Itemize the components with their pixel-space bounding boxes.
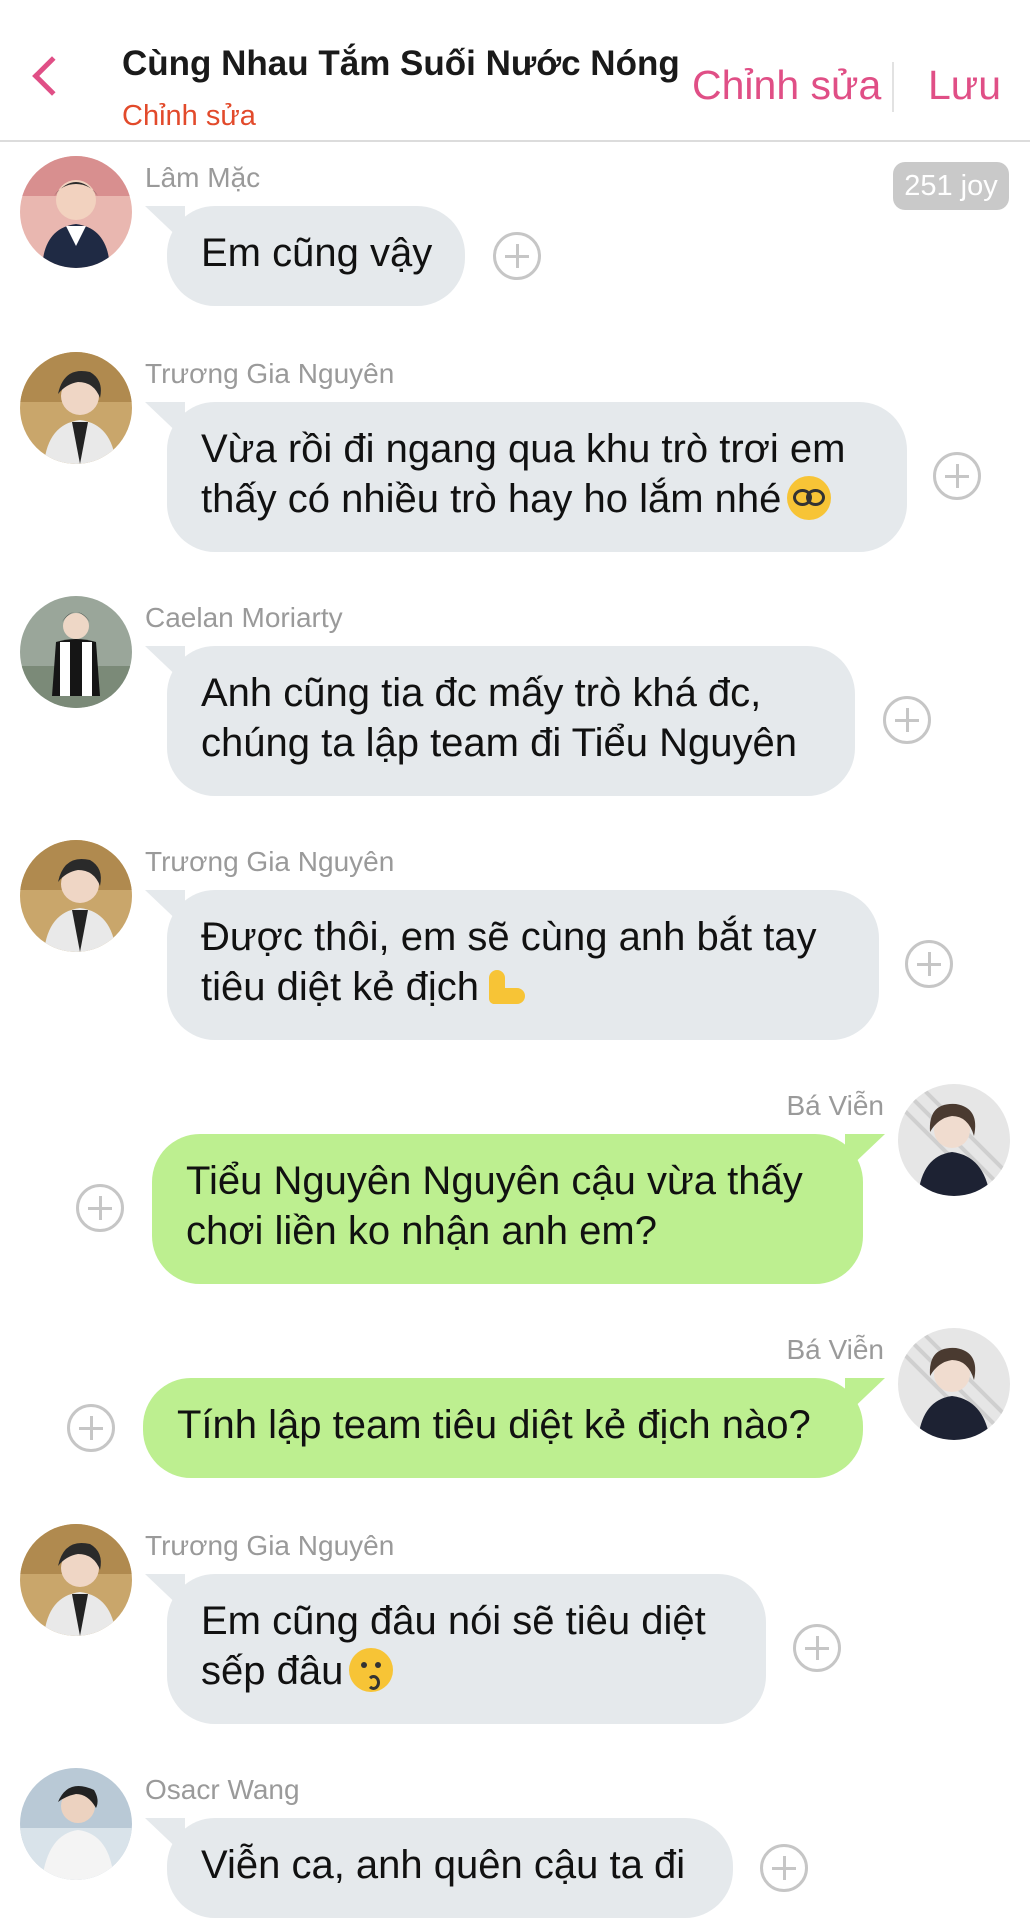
add-reaction-icon[interactable] <box>760 1844 808 1892</box>
avatar-ba-vien[interactable] <box>898 1328 1010 1440</box>
message-bubble[interactable]: Viễn ca, anh quên cậu ta đi <box>167 1818 733 1918</box>
sender-name: Osacr Wang <box>145 1774 300 1805</box>
add-reaction-icon[interactable] <box>793 1624 841 1672</box>
add-reaction-icon[interactable] <box>76 1184 124 1232</box>
sender-name: Caelan Moriarty <box>145 602 343 633</box>
flexed-biceps-emoji-icon <box>485 964 529 1008</box>
message-line-wrap: tiêu diệt kẻ địch <box>201 962 845 1012</box>
nerd-face-emoji-icon <box>787 476 832 520</box>
kissing-face-emoji-icon <box>349 1648 394 1692</box>
avatar-osacr-wang[interactable] <box>20 1768 132 1880</box>
message-line: sếp đâu <box>201 1649 344 1693</box>
save-button[interactable]: Lưu <box>928 62 1001 109</box>
avatar-truong-gia-nguyen[interactable] <box>20 840 132 952</box>
message-line: Tính lập team tiêu diệt kẻ địch nào? <box>177 1403 811 1447</box>
avatar-ba-vien[interactable] <box>898 1084 1010 1196</box>
avatar-truong-gia-nguyen[interactable] <box>20 352 132 464</box>
message-bubble[interactable]: Em cũng vậy <box>167 206 465 306</box>
message-line: Em cũng đâu nói sẽ tiêu diệt <box>201 1599 706 1643</box>
message-line-wrap: sếp đâu <box>201 1646 732 1696</box>
sender-name: Lâm Mặc <box>145 162 261 193</box>
avatar-caelan-moriarty[interactable] <box>20 596 132 708</box>
message-line: Tiểu Nguyên Nguyên cậu vừa thấy <box>186 1159 803 1203</box>
message-line: Em cũng vậy <box>201 231 433 275</box>
chat-subtitle-edit[interactable]: Chỉnh sửa <box>122 100 256 133</box>
message-line-wrap: thấy có nhiều trò hay ho lắm nhé <box>201 474 873 524</box>
message-line: Được thôi, em sẽ cùng anh bắt tay <box>201 915 817 959</box>
message-bubble[interactable]: Em cũng đâu nói sẽ tiêu diệt sếp đâu <box>167 1574 766 1724</box>
sender-name: Trương Gia Nguyên <box>145 358 395 389</box>
add-reaction-icon[interactable] <box>493 232 541 280</box>
message-bubble[interactable]: Vừa rồi đi ngang qua khu trò trơi em thấ… <box>167 402 907 552</box>
message-line: Vừa rồi đi ngang qua khu trò trơi em <box>201 427 846 471</box>
message-bubble[interactable]: Được thôi, em sẽ cùng anh bắt tay tiêu d… <box>167 890 879 1040</box>
message-line: chơi liền ko nhận anh em? <box>186 1209 657 1253</box>
back-chevron-icon[interactable] <box>32 56 72 96</box>
message-bubble[interactable]: Anh cũng tia đc mấy trò khá đc, chúng ta… <box>167 646 855 796</box>
add-reaction-icon[interactable] <box>905 940 953 988</box>
message-bubble[interactable]: Tính lập team tiêu diệt kẻ địch nào? <box>143 1378 863 1478</box>
message-line: Viễn ca, anh quên cậu ta đi <box>201 1843 686 1887</box>
add-reaction-icon[interactable] <box>67 1404 115 1452</box>
chat-title: Cùng Nhau Tắm Suối Nước Nóng <box>122 44 680 83</box>
sender-name: Bá Viễn <box>786 1334 884 1365</box>
message-line: tiêu diệt kẻ địch <box>201 965 479 1009</box>
sender-name: Trương Gia Nguyên <box>145 1530 395 1561</box>
message-line: thấy có nhiều trò hay ho lắm nhé <box>201 477 782 521</box>
avatar-truong-gia-nguyen[interactable] <box>20 1524 132 1636</box>
edit-button[interactable]: Chỉnh sửa <box>692 62 881 109</box>
sender-name: Bá Viễn <box>786 1090 884 1121</box>
chat-header: Cùng Nhau Tắm Suối Nước Nóng Chỉnh sửa C… <box>0 0 1030 142</box>
joy-count-badge: 251 joy <box>893 162 1009 210</box>
header-divider <box>892 62 894 112</box>
message-bubble[interactable]: Tiểu Nguyên Nguyên cậu vừa thấy chơi liề… <box>152 1134 863 1284</box>
sender-name: Trương Gia Nguyên <box>145 846 395 877</box>
add-reaction-icon[interactable] <box>933 452 981 500</box>
avatar-lam-mac[interactable] <box>20 156 132 268</box>
add-reaction-icon[interactable] <box>883 696 931 744</box>
message-line: chúng ta lập team đi Tiểu Nguyên <box>201 721 797 765</box>
message-line: Anh cũng tia đc mấy trò khá đc, <box>201 671 762 715</box>
